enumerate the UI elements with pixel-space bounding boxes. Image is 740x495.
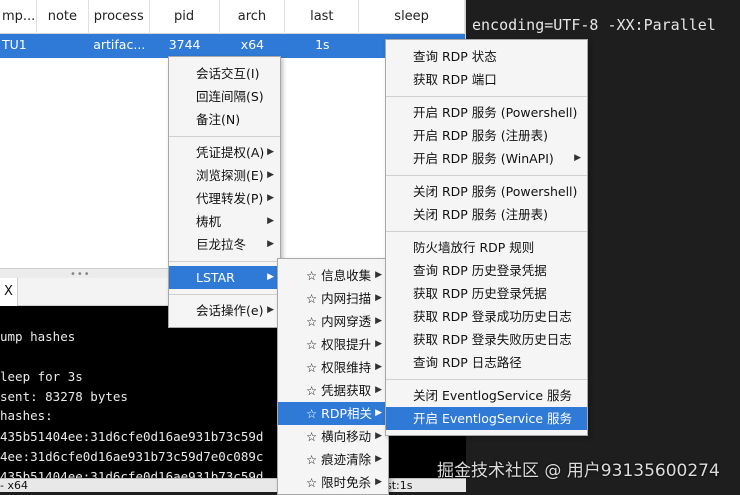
menu-separator bbox=[386, 175, 587, 176]
triangle-right-icon: ▶ bbox=[375, 408, 382, 418]
console-line: 435b51404ee:31d6cfe0d16ae931b73c59d bbox=[0, 469, 264, 478]
menu-item-info-gathering[interactable]: ☆ 信息收集 ▶ bbox=[278, 264, 388, 287]
table-header: mp... note process pid arch last sleep bbox=[0, 0, 465, 34]
menu-item-taowu[interactable]: 梼杌 ▶ bbox=[169, 210, 280, 233]
menu-item-query-rdp-log-path[interactable]: 查询 RDP 日志路径 bbox=[386, 351, 587, 374]
watermark: 掘金技术社区 @ 用户93135600274 bbox=[437, 461, 720, 481]
menu-item-av-evasion[interactable]: ☆ 限时免杀 ▶ bbox=[278, 471, 388, 494]
menu-item-get-rdp-history-creds[interactable]: 获取 RDP 历史登录凭据 bbox=[386, 282, 587, 305]
triangle-right-icon: ▶ bbox=[375, 362, 382, 372]
menu-separator bbox=[386, 231, 587, 232]
menu-item-disable-rdp-registry[interactable]: 关闭 RDP 服务 (注册表) bbox=[386, 203, 587, 226]
menu-item-ladon[interactable]: 巨龙拉冬 ▶ bbox=[169, 233, 280, 256]
triangle-right-icon: ▶ bbox=[375, 270, 382, 280]
lstar-submenu: ☆ 信息收集 ▶ ☆ 内网扫描 ▶ ☆ 内网穿透 ▶ ☆ 权限提升 ▶ ☆ 权限维持 ▶ … bbox=[277, 258, 389, 495]
triangle-right-icon: ▶ bbox=[267, 272, 274, 282]
triangle-right-icon: ▶ bbox=[375, 316, 382, 326]
menu-item-start-eventlog[interactable]: 开启 EventlogService 服务 bbox=[386, 407, 587, 430]
console-line: 435b51404ee:31d6cfe0d16ae931b73c59d bbox=[0, 429, 264, 444]
menu-separator bbox=[169, 136, 280, 137]
menu-item-pivoting[interactable]: 代理转发(P) ▶ bbox=[169, 187, 280, 210]
triangle-right-icon: ▶ bbox=[375, 385, 382, 395]
triangle-right-icon: ▶ bbox=[375, 477, 382, 487]
terminal-text: encoding=UTF-8 -XX:Parallel bbox=[472, 16, 716, 34]
menu-separator bbox=[169, 261, 280, 262]
console-line: leep for 3s bbox=[0, 369, 83, 384]
session-context-menu: 会话交互(I) 回连间隔(S) 备注(N) 凭证提权(A) ▶ 浏览探测(E) ▶ … bbox=[168, 56, 281, 328]
column-header-note[interactable]: note bbox=[37, 0, 89, 34]
rdp-submenu: 查询 RDP 状态 获取 RDP 端口 开启 RDP 服务 (Powershel… bbox=[385, 39, 588, 436]
console-line: ump hashes bbox=[0, 329, 76, 344]
console-line: sent: 83278 bytes bbox=[0, 389, 128, 404]
status-arch: - x64 bbox=[0, 479, 28, 492]
menu-item-privilege-escalation[interactable]: ☆ 权限提升 ▶ bbox=[278, 333, 388, 356]
cell-pid: 3744 bbox=[168, 37, 201, 52]
triangle-right-icon: ▶ bbox=[267, 147, 274, 157]
console-tab[interactable]: X bbox=[0, 278, 18, 306]
column-header-sleep[interactable]: sleep bbox=[359, 0, 465, 34]
menu-item-enable-rdp-registry[interactable]: 开启 RDP 服务 (注册表) bbox=[386, 124, 587, 147]
menu-item-intranet-scan[interactable]: ☆ 内网扫描 ▶ bbox=[278, 287, 388, 310]
menu-item-get-rdp-port[interactable]: 获取 RDP 端口 bbox=[386, 68, 587, 91]
menu-item-trace-cleanup[interactable]: ☆ 痕迹清除 ▶ bbox=[278, 448, 388, 471]
menu-item-get-rdp-success-logs[interactable]: 获取 RDP 登录成功历史日志 bbox=[386, 305, 587, 328]
column-header-computer[interactable]: mp... bbox=[0, 0, 37, 34]
cell-arch: x64 bbox=[240, 37, 265, 52]
menu-item-credential-access[interactable]: ☆ 凭据获取 ▶ bbox=[278, 379, 388, 402]
menu-item-enable-rdp-winapi[interactable]: 开启 RDP 服务 (WinAPI) ▶ bbox=[386, 147, 587, 170]
menu-item-disable-rdp-powershell[interactable]: 关闭 RDP 服务 (Powershell) bbox=[386, 180, 587, 203]
menu-separator bbox=[386, 96, 587, 97]
menu-item-query-rdp-status[interactable]: 查询 RDP 状态 bbox=[386, 45, 587, 68]
column-header-pid[interactable]: pid bbox=[150, 0, 220, 34]
menu-item-note[interactable]: 备注(N) bbox=[169, 108, 280, 131]
cell-last: 1s bbox=[315, 37, 330, 52]
triangle-right-icon: ▶ bbox=[267, 216, 274, 226]
triangle-right-icon: ▶ bbox=[375, 454, 382, 464]
triangle-right-icon: ▶ bbox=[574, 153, 581, 163]
menu-item-query-rdp-history-creds[interactable]: 查询 RDP 历史登录凭据 bbox=[386, 259, 587, 282]
menu-item-enable-rdp-powershell[interactable]: 开启 RDP 服务 (Powershell) bbox=[386, 101, 587, 124]
menu-item-get-rdp-failure-logs[interactable]: 获取 RDP 登录失败历史日志 bbox=[386, 328, 587, 351]
console-statusbar: - x64 st:1s bbox=[0, 478, 466, 492]
triangle-right-icon: ▶ bbox=[267, 193, 274, 203]
menu-item-firewall-allow-rdp[interactable]: 防火墙放行 RDP 规则 bbox=[386, 236, 587, 259]
menu-item-session[interactable]: 会话操作(e) ▶ bbox=[169, 299, 280, 322]
cell-computer: TU1 bbox=[2, 37, 27, 52]
menu-item-lstar[interactable]: LSTAR ▶ bbox=[169, 266, 280, 289]
column-header-process[interactable]: process bbox=[89, 0, 150, 34]
cell-process: artifac... bbox=[93, 37, 146, 52]
triangle-right-icon: ▶ bbox=[375, 431, 382, 441]
menu-item-rdp[interactable]: ☆ RDP相关 ▶ bbox=[278, 402, 388, 425]
cell-note bbox=[37, 34, 89, 58]
menu-item-interact[interactable]: 会话交互(I) bbox=[169, 62, 280, 85]
menu-item-explore[interactable]: 浏览探测(E) ▶ bbox=[169, 164, 280, 187]
menu-item-sleep[interactable]: 回连间隔(S) bbox=[169, 85, 280, 108]
column-header-arch[interactable]: arch bbox=[220, 0, 286, 34]
menu-item-lateral-movement[interactable]: ☆ 横向移动 ▶ bbox=[278, 425, 388, 448]
status-last: st:1s bbox=[386, 479, 413, 492]
triangle-right-icon: ▶ bbox=[267, 305, 274, 315]
menu-separator bbox=[386, 379, 587, 380]
console-line: 4ee:31d6cfe0d16ae931b73c59d7e0c089c bbox=[0, 449, 264, 464]
menu-item-access[interactable]: 凭证提权(A) ▶ bbox=[169, 141, 280, 164]
menu-item-intranet-tunnel[interactable]: ☆ 内网穿透 ▶ bbox=[278, 310, 388, 333]
triangle-right-icon: ▶ bbox=[267, 170, 274, 180]
column-header-last[interactable]: last bbox=[285, 0, 360, 34]
triangle-right-icon: ▶ bbox=[267, 239, 274, 249]
console-line: hashes: bbox=[0, 408, 53, 423]
triangle-right-icon: ▶ bbox=[375, 293, 382, 303]
triangle-right-icon: ▶ bbox=[375, 339, 382, 349]
menu-item-persistence[interactable]: ☆ 权限维持 ▶ bbox=[278, 356, 388, 379]
close-tab-icon[interactable]: X bbox=[4, 284, 13, 299]
menu-separator bbox=[169, 294, 280, 295]
menu-item-stop-eventlog[interactable]: 关闭 EventlogService 服务 bbox=[386, 384, 587, 407]
